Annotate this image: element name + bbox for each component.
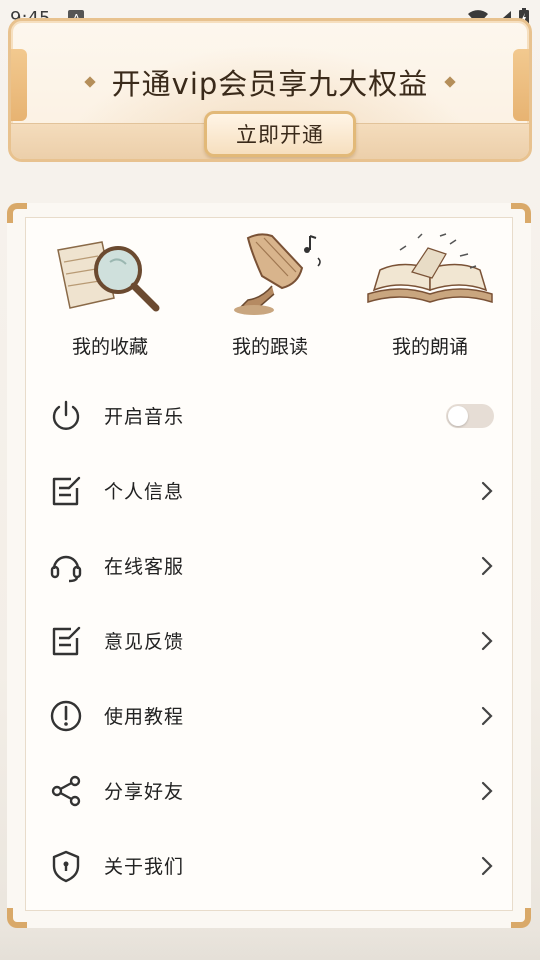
menu-item-label: 在线客服 — [104, 556, 185, 578]
open-book-icon — [367, 233, 493, 304]
banner-title-row: 开通vip会员享九大权益 — [11, 61, 529, 103]
diamond-ornament-icon — [444, 76, 456, 88]
menu-item-profile[interactable]: 个人信息 — [48, 453, 494, 528]
chevron-right-icon — [481, 481, 493, 500]
menu-item-tutorial[interactable]: 使用教程 — [48, 678, 494, 753]
toggle-knob — [448, 405, 468, 426]
feature-favorites-label: 我的收藏 — [71, 336, 148, 358]
menu-item-label: 开启音乐 — [104, 406, 185, 428]
chevron-right-icon — [481, 781, 493, 800]
info-circle-icon — [48, 698, 84, 734]
menu-item-customer-service[interactable]: 在线客服 — [48, 528, 494, 603]
menu-item-label: 分享好友 — [104, 781, 185, 803]
menu-item-music[interactable]: 开启音乐 — [48, 378, 494, 453]
gramophone-icon — [234, 233, 321, 315]
music-toggle[interactable] — [446, 403, 494, 428]
open-vip-button[interactable]: 立即开通 — [204, 111, 356, 157]
feature-follow-read-label: 我的跟读 — [231, 336, 308, 358]
feature-recite-label: 我的朗诵 — [391, 336, 468, 358]
chevron-right-icon — [481, 856, 493, 875]
menu-item-label: 意见反馈 — [104, 631, 185, 653]
edit-note-icon — [48, 623, 84, 659]
corner-ornament — [511, 203, 531, 223]
menu-item-label: 个人信息 — [104, 481, 185, 503]
corner-ornament — [7, 203, 27, 223]
feature-row: 我的收藏 我的跟读 我的朗诵 — [40, 228, 500, 363]
power-icon — [48, 398, 84, 434]
banner-title: 开通vip会员享九大权益 — [111, 67, 429, 101]
feature-recite[interactable]: 我的朗诵 — [360, 228, 500, 363]
chevron-right-icon — [481, 631, 493, 650]
corner-ornament — [511, 908, 531, 928]
menu-item-label: 关于我们 — [104, 856, 185, 878]
menu-item-feedback[interactable]: 意见反馈 — [48, 603, 494, 678]
footer-background — [0, 928, 540, 960]
menu-item-share[interactable]: 分享好友 — [48, 753, 494, 828]
vip-banner[interactable]: 开通vip会员享九大权益 立即开通 — [8, 18, 532, 162]
diamond-ornament-icon — [84, 76, 96, 88]
chevron-right-icon — [481, 556, 493, 575]
corner-ornament — [7, 908, 27, 928]
magnifier-map-icon — [57, 241, 160, 312]
menu-item-label: 使用教程 — [104, 706, 185, 728]
feature-follow-read[interactable]: 我的跟读 — [200, 228, 340, 363]
headset-icon — [48, 548, 84, 584]
edit-note-icon — [48, 473, 84, 509]
shield-icon — [48, 848, 84, 884]
menu-item-about[interactable]: 关于我们 — [48, 828, 494, 903]
share-icon — [48, 773, 84, 809]
feature-favorites[interactable]: 我的收藏 — [40, 228, 180, 363]
settings-menu: 开启音乐 个人信息 在线客服 意见反馈 使用教程 分享好友 关于我们 — [48, 378, 494, 903]
chevron-right-icon — [481, 706, 493, 725]
